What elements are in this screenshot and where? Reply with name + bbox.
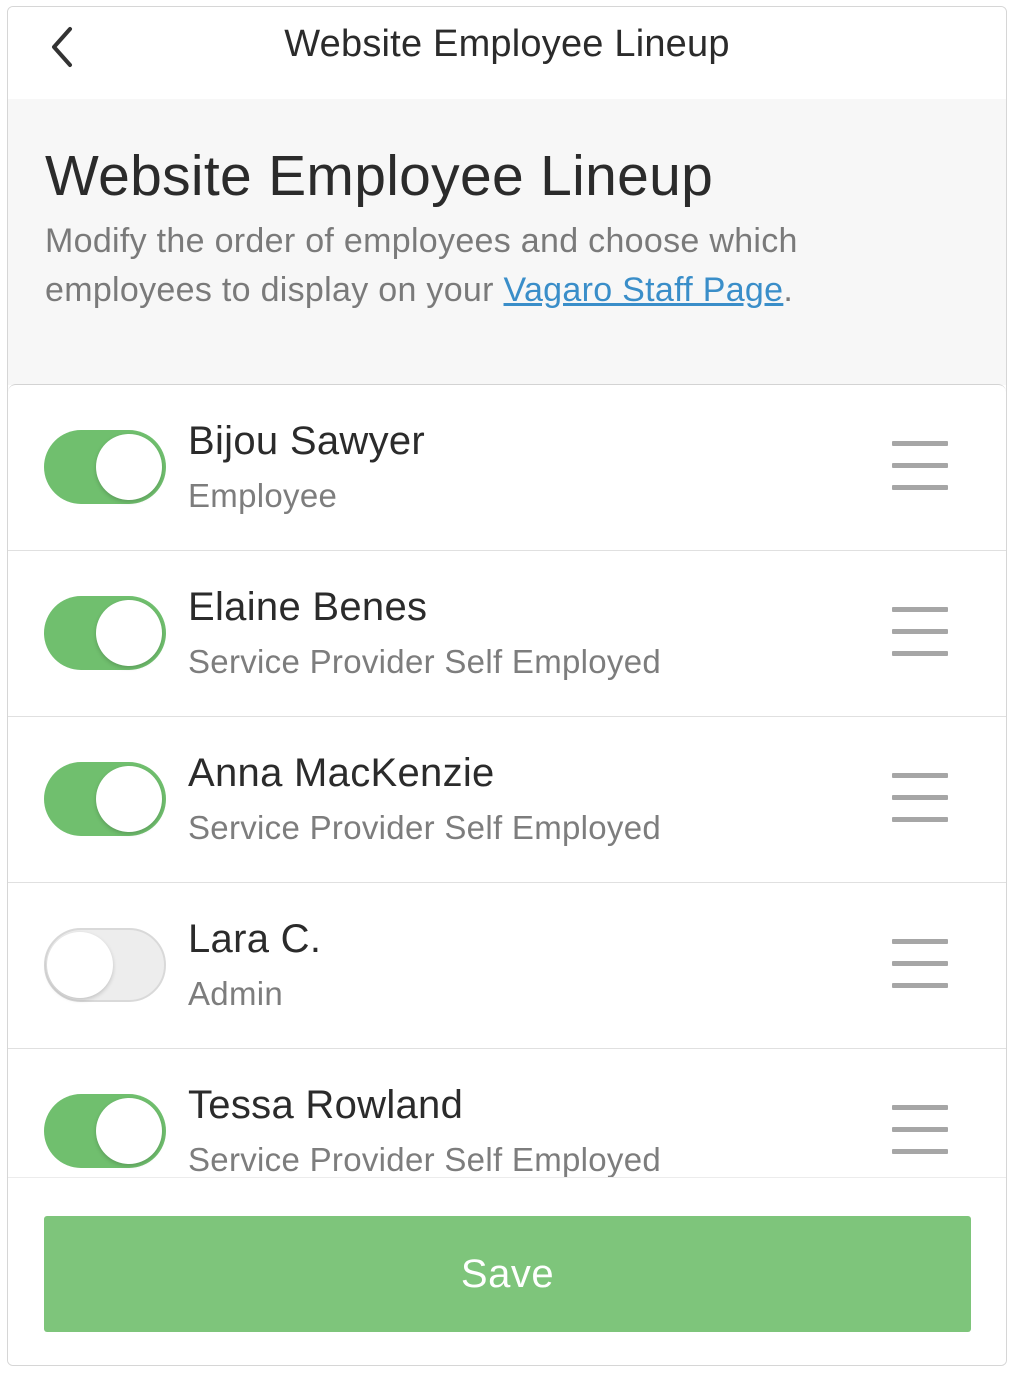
employee-name: Bijou Sawyer [188, 419, 426, 463]
visibility-toggle[interactable] [44, 1094, 166, 1168]
navigation-bar: Website Employee Lineup [8, 7, 1006, 99]
employee-name: Anna MacKenzie [188, 751, 495, 795]
app-frame: Website Employee Lineup Website Employee… [7, 6, 1007, 1366]
employee-row: Tessa Rowland Service Provider Self Emplo… [8, 1049, 1006, 1177]
employee-list: Bijou Sawyer Employee Elaine Benes Service … [8, 384, 1006, 1177]
drag-handle-bar [892, 1105, 948, 1110]
staff-page-link[interactable]: Vagaro Staff Page [504, 271, 784, 309]
drag-handle-bar [892, 463, 948, 468]
employee-role: Admin [188, 975, 284, 1012]
employee-role: Service Provider Self Employed [188, 643, 662, 680]
employee-name: Lara C. [188, 917, 322, 961]
drag-handle-bar [892, 1149, 948, 1154]
employee-role: Service Provider Self Employed [188, 1141, 662, 1177]
drag-handle-icon[interactable] [892, 939, 948, 989]
drag-handle-bar [892, 1127, 948, 1132]
visibility-toggle[interactable] [44, 928, 166, 1002]
nav-title: Website Employee Lineup [284, 23, 730, 65]
page-header: Website Employee Lineup Modify the order… [8, 99, 1006, 385]
toggle-knob [47, 932, 113, 998]
toggle-knob [96, 766, 162, 832]
employee-name: Elaine Benes [188, 585, 428, 629]
drag-handle-bar [892, 441, 948, 446]
toggle-knob [96, 1098, 162, 1164]
toggle-knob [96, 600, 162, 666]
page-title: Website Employee Lineup [45, 144, 714, 208]
employee-row: Bijou Sawyer Employee [8, 385, 1006, 551]
visibility-toggle[interactable] [44, 430, 166, 504]
description-suffix: . [783, 271, 794, 309]
visibility-toggle[interactable] [44, 762, 166, 836]
drag-handle-icon[interactable] [892, 773, 948, 823]
employee-row: Lara C. Admin [8, 883, 1006, 1049]
employee-name: Tessa Rowland [188, 1083, 464, 1127]
drag-handle-bar [892, 939, 948, 944]
drag-handle-bar [892, 607, 948, 612]
visibility-toggle[interactable] [44, 596, 166, 670]
drag-handle-bar [892, 795, 948, 800]
drag-handle-bar [892, 817, 948, 822]
employee-role: Service Provider Self Employed [188, 809, 662, 846]
drag-handle-bar [892, 961, 948, 966]
drag-handle-icon[interactable] [892, 441, 948, 491]
drag-handle-bar [892, 651, 948, 656]
toggle-knob [96, 434, 162, 500]
footer-bar: Save [8, 1177, 1006, 1365]
drag-handle-icon[interactable] [892, 1105, 948, 1155]
employee-row: Elaine Benes Service Provider Self Employ… [8, 551, 1006, 717]
drag-handle-bar [892, 773, 948, 778]
drag-handle-bar [892, 629, 948, 634]
page-description: Modify the order of employees and choose… [45, 217, 945, 315]
drag-handle-bar [892, 485, 948, 490]
drag-handle-bar [892, 983, 948, 988]
save-button[interactable]: Save [44, 1216, 971, 1332]
employee-role: Employee [188, 477, 338, 514]
employee-row: Anna MacKenzie Service Provider Self Empl… [8, 717, 1006, 883]
drag-handle-icon[interactable] [892, 607, 948, 657]
